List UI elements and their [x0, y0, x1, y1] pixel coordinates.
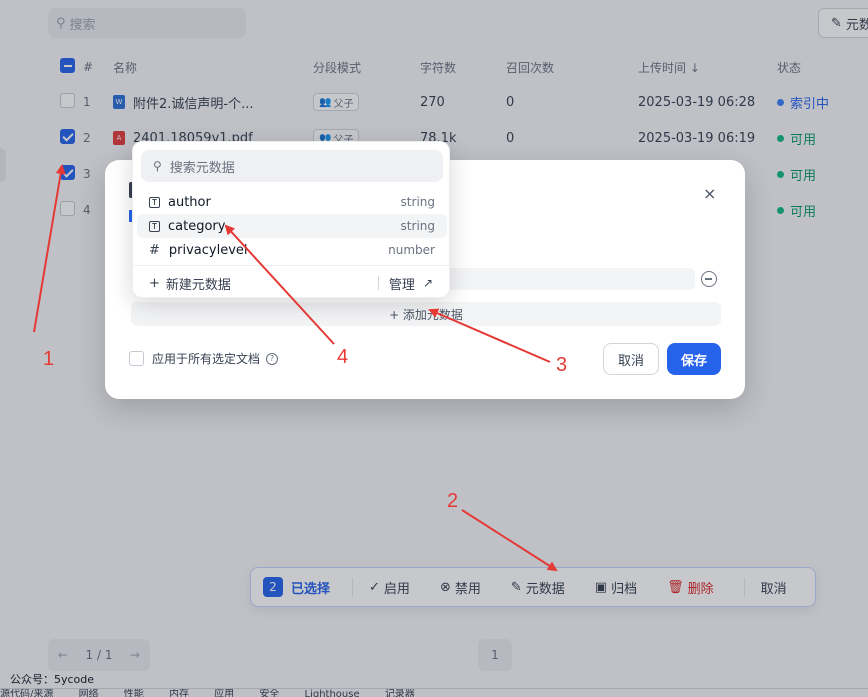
metadata-search-input[interactable]: ⚲ 搜索元数据 [141, 150, 443, 182]
apply-all-option[interactable]: 应用于所有选定文档 ? [129, 350, 279, 367]
annotation-label-2: 2 [447, 490, 459, 512]
divider [133, 265, 449, 266]
annotation-label-3: 3 [556, 354, 568, 376]
annotation-label-1: 1 [43, 348, 55, 370]
metadata-dropdown: ⚲ 搜索元数据 T author string T category strin… [132, 141, 450, 298]
add-metadata-button[interactable]: + 添加元数据 [131, 302, 721, 326]
apply-all-checkbox[interactable] [129, 351, 144, 366]
hash-icon: # [149, 242, 160, 258]
save-button[interactable]: 保存 [667, 343, 721, 375]
metadata-option-category[interactable]: T category string [137, 214, 447, 238]
plus-icon: + [149, 275, 160, 291]
metadata-option-author[interactable]: T author string [137, 190, 447, 214]
apply-all-label: 应用于所有选定文档 [152, 352, 261, 366]
manage-button[interactable]: 管理 ↗ [389, 274, 433, 293]
help-icon[interactable]: ? [266, 352, 279, 365]
text-icon: T [149, 220, 160, 232]
text-icon: T [149, 196, 160, 208]
close-icon[interactable]: × [703, 184, 716, 203]
metadata-option-privacylevel[interactable]: # privacylevel number [137, 238, 447, 262]
dropdown-footer: + 新建元数据 管理 ↗ [133, 270, 449, 296]
annotation-label-4: 4 [337, 346, 349, 368]
remove-field-icon[interactable] [701, 271, 717, 287]
new-metadata-button[interactable]: + 新建元数据 [149, 274, 231, 293]
cancel-button[interactable]: 取消 [603, 343, 659, 375]
divider [377, 276, 379, 290]
external-arrow-icon: ↗ [422, 276, 433, 290]
search-icon: ⚲ [153, 159, 162, 173]
